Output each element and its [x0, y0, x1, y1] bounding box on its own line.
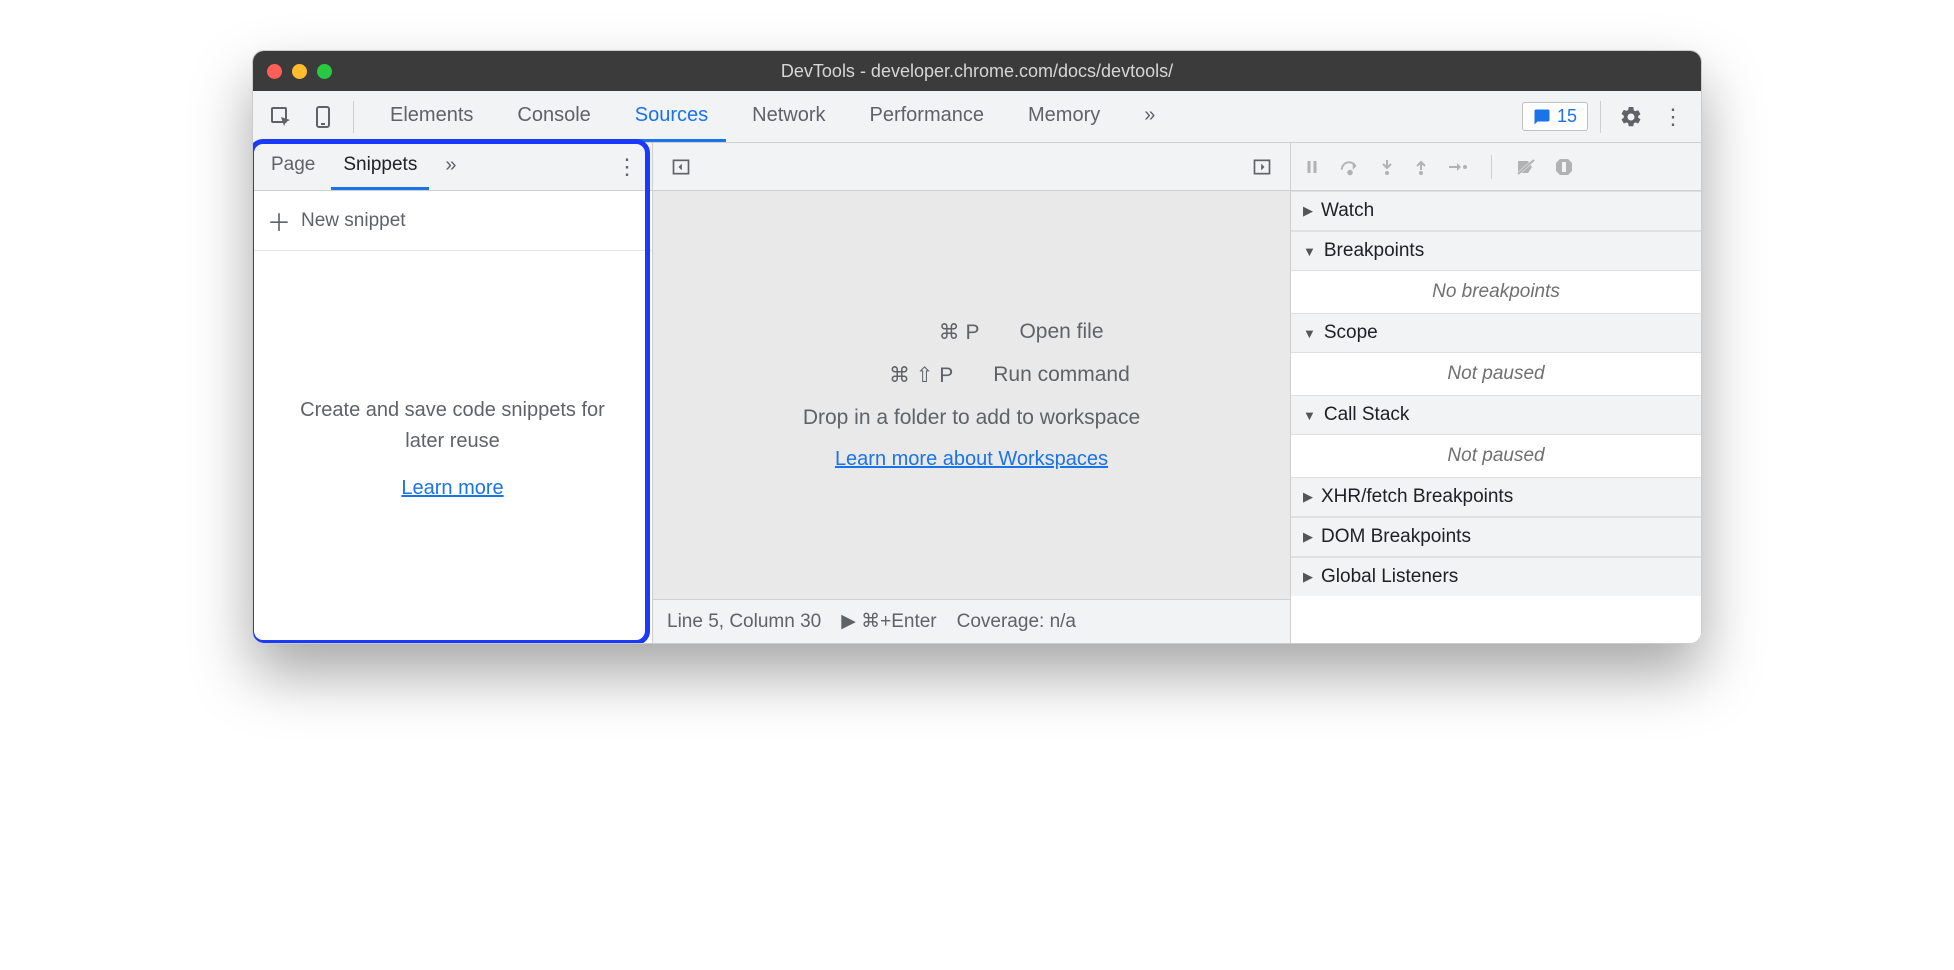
section-scope[interactable]: ▼ Scope: [1291, 313, 1701, 353]
devtools-window: DevTools - developer.chrome.com/docs/dev…: [252, 50, 1702, 644]
device-toolbar-icon[interactable]: [305, 99, 341, 135]
snippets-learn-more-link[interactable]: Learn more: [401, 477, 503, 500]
step-into-icon[interactable]: [1379, 158, 1395, 176]
editor-tabstrip: [653, 143, 1290, 191]
status-coverage: Coverage: n/a: [957, 611, 1076, 633]
step-out-icon[interactable]: [1413, 158, 1429, 176]
breakpoints-empty: No breakpoints: [1291, 271, 1701, 313]
collapsed-icon: ▶: [1303, 203, 1313, 219]
drop-folder-text: Drop in a folder to add to workspace: [803, 406, 1140, 430]
navigator-tabs: Page Snippets » ⋮: [253, 143, 652, 191]
pause-exceptions-icon[interactable]: [1554, 157, 1574, 177]
debugger-panel: ▶ Watch ▼ Breakpoints No breakpoints ▼ S…: [1291, 143, 1701, 643]
open-file-shortcut: ⌘ P: [839, 320, 979, 345]
step-icon[interactable]: [1447, 160, 1467, 174]
main-toolbar: Elements Console Sources Network Perform…: [253, 91, 1701, 143]
tab-console[interactable]: Console: [499, 91, 608, 142]
debugger-toolbar: [1291, 143, 1701, 191]
expanded-icon: ▼: [1303, 408, 1316, 423]
navigator-tab-overflow-icon[interactable]: »: [433, 143, 468, 190]
collapsed-icon: ▶: [1303, 569, 1313, 585]
run-command-shortcut: ⌘ ⇧ P: [813, 363, 953, 388]
issues-button[interactable]: 15: [1522, 102, 1588, 131]
navigator-panel: Page Snippets » ⋮ ＋ New snippet Create a…: [253, 143, 653, 643]
tab-memory[interactable]: Memory: [1010, 91, 1118, 142]
tab-performance[interactable]: Performance: [852, 91, 1003, 142]
editor-panel: ⌘ P Open file ⌘ ⇧ P Run command Drop in …: [653, 143, 1291, 643]
tab-sources[interactable]: Sources: [617, 91, 726, 142]
settings-icon[interactable]: [1613, 99, 1649, 135]
status-cursor-position: Line 5, Column 30: [667, 611, 821, 633]
new-snippet-button[interactable]: ＋ New snippet: [253, 191, 652, 251]
tab-overflow-icon[interactable]: »: [1126, 91, 1173, 142]
main-tabs: Elements Console Sources Network Perform…: [372, 91, 1173, 142]
tab-elements[interactable]: Elements: [372, 91, 491, 142]
tab-snippets[interactable]: Snippets: [331, 143, 429, 190]
status-run-shortcut: ▶ ⌘+Enter: [841, 610, 936, 633]
titlebar: DevTools - developer.chrome.com/docs/dev…: [253, 51, 1701, 91]
scope-empty: Not paused: [1291, 353, 1701, 395]
collapsed-icon: ▶: [1303, 489, 1313, 505]
section-xhr-breakpoints[interactable]: ▶ XHR/fetch Breakpoints: [1291, 477, 1701, 517]
tab-page[interactable]: Page: [259, 143, 327, 190]
workspaces-learn-more-link[interactable]: Learn more about Workspaces: [835, 448, 1108, 471]
tab-network[interactable]: Network: [734, 91, 843, 142]
call-stack-empty: Not paused: [1291, 435, 1701, 477]
section-call-stack[interactable]: ▼ Call Stack: [1291, 395, 1701, 435]
expanded-icon: ▼: [1303, 326, 1316, 341]
section-breakpoints[interactable]: ▼ Breakpoints: [1291, 231, 1701, 271]
snippets-empty-state: Create and save code snippets for later …: [253, 251, 652, 643]
new-snippet-label: New snippet: [301, 210, 406, 232]
expanded-icon: ▼: [1303, 244, 1316, 259]
step-over-icon[interactable]: [1339, 158, 1361, 176]
navigator-more-icon[interactable]: ⋮: [608, 154, 646, 180]
section-global-listeners[interactable]: ▶ Global Listeners: [1291, 557, 1701, 596]
hide-navigator-icon[interactable]: [663, 149, 699, 185]
more-icon[interactable]: ⋮: [1655, 99, 1691, 135]
deactivate-breakpoints-icon[interactable]: [1516, 158, 1536, 176]
plus-icon: ＋: [267, 203, 291, 238]
section-watch[interactable]: ▶ Watch: [1291, 191, 1701, 231]
window-title: DevTools - developer.chrome.com/docs/dev…: [253, 61, 1701, 82]
issues-count: 15: [1557, 106, 1577, 127]
run-command-label: Run command: [993, 363, 1130, 387]
inspect-element-icon[interactable]: [263, 99, 299, 135]
pause-icon[interactable]: [1303, 158, 1321, 176]
snippets-empty-text: Create and save code snippets for later …: [283, 395, 622, 457]
hide-debugger-icon[interactable]: [1244, 149, 1280, 185]
editor-status-bar: Line 5, Column 30 ▶ ⌘+Enter Coverage: n/…: [653, 599, 1290, 643]
section-dom-breakpoints[interactable]: ▶ DOM Breakpoints: [1291, 517, 1701, 557]
collapsed-icon: ▶: [1303, 529, 1313, 545]
editor-empty-state: ⌘ P Open file ⌘ ⇧ P Run command Drop in …: [653, 191, 1290, 599]
open-file-label: Open file: [1019, 320, 1103, 344]
